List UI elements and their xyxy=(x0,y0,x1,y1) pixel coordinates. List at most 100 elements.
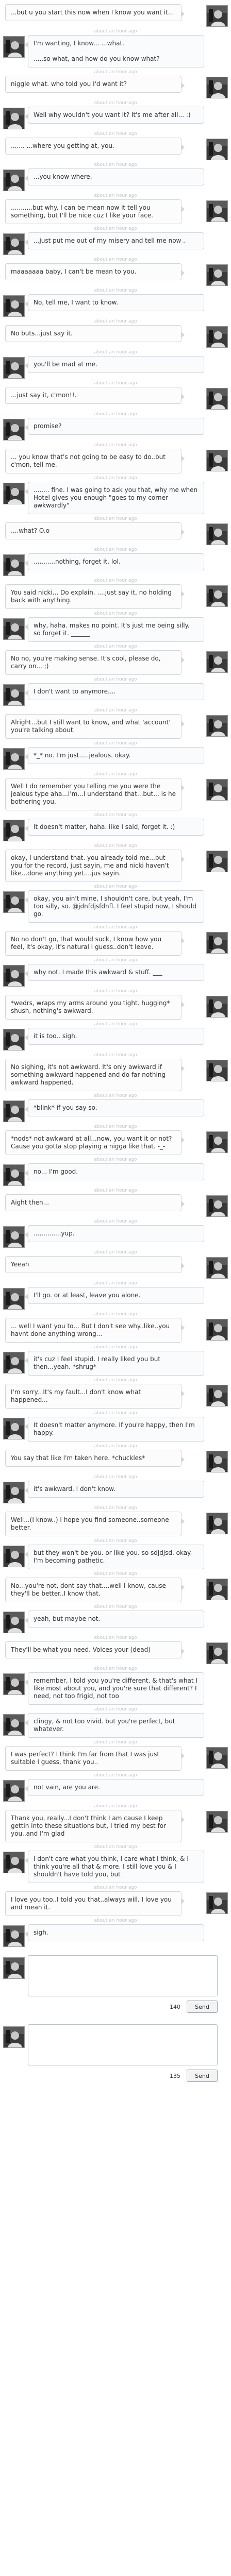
chat-message: about an hour ago Alright...but I still w… xyxy=(0,708,231,739)
message-text: not vain, are you are. xyxy=(25,1779,204,1796)
chat-message: about an hour ago I'm wanting, I know... … xyxy=(0,29,231,67)
avatar[interactable] xyxy=(206,1747,228,1769)
chat-message: about an hour ago ...........nothing, for… xyxy=(0,547,231,576)
chat-message: about an hour ago I don't want to anymore… xyxy=(0,677,231,706)
avatar[interactable] xyxy=(206,139,228,160)
avatar[interactable] xyxy=(3,554,25,576)
message-text: maaaaaaa baby, I can't be mean to you. xyxy=(5,263,185,280)
avatar[interactable] xyxy=(3,483,25,504)
send-button[interactable]: Send xyxy=(187,2001,218,2013)
avatar[interactable] xyxy=(206,200,228,222)
chat-message: about an hour ago I'll go. or at least, l… xyxy=(0,1281,231,1310)
chat-message: about an hour ago *nods* not awkward at a… xyxy=(0,1124,231,1155)
avatar[interactable] xyxy=(206,996,228,1018)
message-text: You say that like I'm taken here. *chuck… xyxy=(5,1450,185,1467)
avatar[interactable] xyxy=(3,820,25,841)
avatar[interactable] xyxy=(3,1673,25,1695)
message-timestamp: about an hour ago xyxy=(94,578,137,583)
message-text: okay, I understand that. you already tol… xyxy=(5,850,185,882)
avatar[interactable] xyxy=(206,1195,228,1217)
avatar[interactable] xyxy=(3,1612,25,1633)
avatar[interactable] xyxy=(3,1780,25,1802)
chat-message: about an hour ago I'm sorry...It's my fau… xyxy=(0,1378,231,1409)
avatar[interactable] xyxy=(3,108,25,129)
message-text: No, tell me, I want to know. xyxy=(25,294,204,311)
avatar[interactable] xyxy=(206,851,228,872)
reply-input[interactable] xyxy=(28,1955,218,1996)
message-text: remember, I told you you're different. &… xyxy=(25,1672,204,1705)
message-timestamp: about an hour ago xyxy=(94,1444,137,1449)
avatar[interactable] xyxy=(3,1957,25,1979)
message-text: ...........nothing, forget it. lol. xyxy=(25,553,204,570)
avatar[interactable] xyxy=(3,1714,25,1736)
avatar[interactable] xyxy=(3,1925,25,1947)
message-timestamp: about an hour ago xyxy=(94,1666,137,1671)
chat-message: about an hour ago why, haha. makes no poi… xyxy=(0,611,231,642)
reply-box: 140 Send xyxy=(0,1955,231,2017)
avatar[interactable] xyxy=(3,170,25,191)
message-text: ...just put me out of my misery and tell… xyxy=(25,232,204,249)
message-text: no... I'm good. xyxy=(25,1163,204,1180)
avatar[interactable] xyxy=(206,715,228,737)
avatar[interactable] xyxy=(206,1385,228,1406)
chat-message: ...but u you start this now when I know … xyxy=(0,4,231,27)
message-text: niggle what. who told you I'd want it? xyxy=(5,76,185,93)
avatar[interactable] xyxy=(3,1226,25,1248)
avatar[interactable] xyxy=(3,357,25,379)
avatar[interactable] xyxy=(3,965,25,987)
avatar[interactable] xyxy=(206,264,228,286)
message-timestamp: about an hour ago xyxy=(94,516,137,521)
avatar[interactable] xyxy=(3,618,25,640)
avatar[interactable] xyxy=(206,1319,228,1341)
avatar[interactable] xyxy=(3,1288,25,1310)
avatar[interactable] xyxy=(3,419,25,440)
avatar[interactable] xyxy=(206,1060,228,1081)
avatar[interactable] xyxy=(3,36,25,58)
avatar[interactable] xyxy=(3,748,25,770)
chat-message: about an hour ago No sighing, it's not aw… xyxy=(0,1053,231,1091)
avatar[interactable] xyxy=(206,1513,228,1534)
avatar[interactable] xyxy=(3,1029,25,1050)
avatar[interactable] xyxy=(206,651,228,673)
avatar[interactable] xyxy=(3,1100,25,1122)
message-text: why, haha. makes no point. It's just me … xyxy=(25,617,204,642)
avatar[interactable] xyxy=(206,523,228,545)
avatar[interactable] xyxy=(206,1579,228,1600)
avatar[interactable] xyxy=(206,1451,228,1472)
avatar[interactable] xyxy=(206,450,228,471)
avatar[interactable] xyxy=(206,77,228,98)
avatar[interactable] xyxy=(206,1131,228,1153)
avatar[interactable] xyxy=(3,233,25,255)
avatar[interactable] xyxy=(3,1852,25,1873)
message-timestamp: about an hour ago xyxy=(94,1635,137,1640)
chat-message: about an hour ago but they won't be you. … xyxy=(0,1538,231,1569)
avatar[interactable] xyxy=(206,1811,228,1833)
avatar[interactable] xyxy=(206,585,228,607)
avatar[interactable] xyxy=(206,388,228,410)
avatar[interactable] xyxy=(206,1642,228,1664)
avatar[interactable] xyxy=(206,932,228,954)
send-button[interactable]: Send xyxy=(187,2070,218,2082)
message-timestamp: about an hour ago xyxy=(94,476,137,481)
avatar[interactable] xyxy=(3,1546,25,1567)
avatar[interactable] xyxy=(3,1352,25,1374)
avatar[interactable] xyxy=(206,5,228,27)
avatar[interactable] xyxy=(3,1418,25,1439)
avatar[interactable] xyxy=(206,326,228,348)
message-text: ...you know where. xyxy=(25,168,204,185)
avatar[interactable] xyxy=(206,779,228,801)
avatar[interactable] xyxy=(3,684,25,706)
chat-message: about an hour ago no... I'm good. xyxy=(0,1157,231,1186)
message-text: I don't want to anymore.... xyxy=(25,683,204,700)
avatar[interactable] xyxy=(3,1164,25,1186)
avatar[interactable] xyxy=(3,2026,25,2048)
avatar[interactable] xyxy=(3,1482,25,1503)
avatar[interactable] xyxy=(206,1892,228,1914)
avatar[interactable] xyxy=(3,295,25,317)
character-counter: 140 xyxy=(170,2004,180,2010)
chat-message: about an hour ago It doesn't matter anymo… xyxy=(0,1411,231,1442)
reply-input[interactable] xyxy=(28,2024,218,2065)
avatar[interactable] xyxy=(3,891,25,913)
message-timestamp: about an hour ago xyxy=(94,1093,137,1098)
avatar[interactable] xyxy=(206,1257,228,1279)
